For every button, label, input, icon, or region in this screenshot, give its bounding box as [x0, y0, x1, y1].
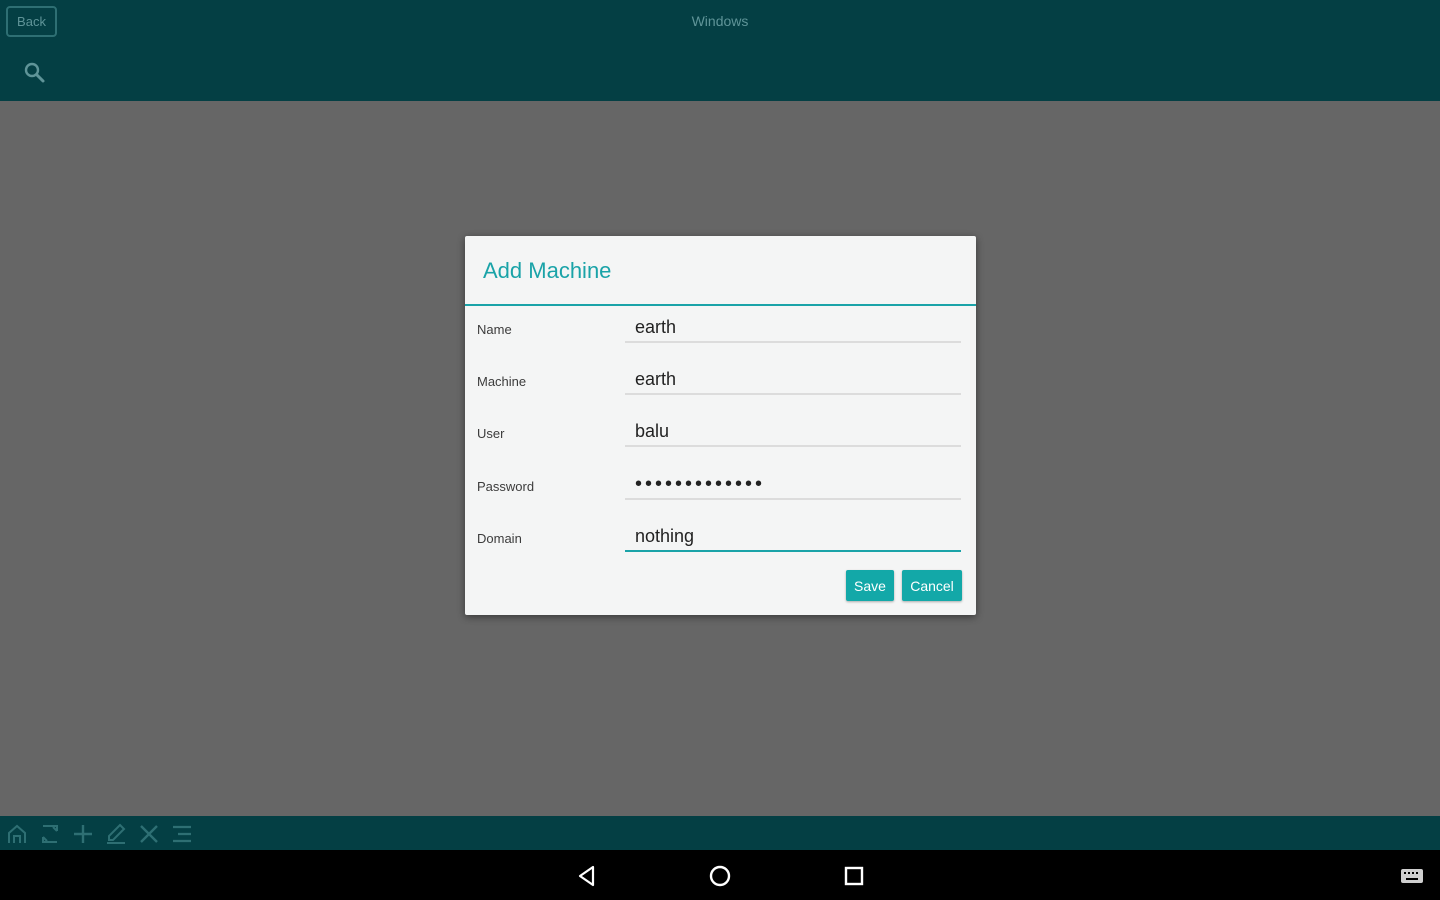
dialog-title: Add Machine: [483, 258, 612, 283]
name-label: Name: [477, 322, 512, 337]
add-machine-dialog: Add Machine Name Machine User Password D…: [465, 236, 976, 615]
password-label: Password: [477, 479, 535, 494]
user-label: User: [477, 426, 505, 441]
keyboard-icon[interactable]: [1399, 863, 1425, 889]
dialog-divider: [465, 304, 976, 306]
refresh-icon[interactable]: [38, 822, 62, 846]
delete-icon[interactable]: [137, 822, 161, 846]
back-nav-icon[interactable]: [574, 863, 600, 889]
page-title: Windows: [691, 13, 749, 29]
domain-label: Domain: [477, 531, 522, 546]
user-field[interactable]: [625, 417, 961, 447]
edit-icon[interactable]: [104, 822, 128, 846]
add-icon[interactable]: [71, 822, 95, 846]
name-field[interactable]: [625, 313, 961, 343]
cancel-button[interactable]: Cancel: [902, 570, 962, 601]
password-field[interactable]: [625, 470, 961, 500]
app-bar: Back Windows: [0, 0, 1440, 101]
home-nav-icon[interactable]: [707, 863, 733, 889]
machine-label: Machine: [477, 374, 527, 389]
recents-nav-icon[interactable]: [841, 863, 867, 889]
menu-icon[interactable]: [170, 822, 194, 846]
domain-field[interactable]: [625, 522, 961, 552]
search-icon[interactable]: [23, 61, 47, 85]
system-nav-bar: [0, 850, 1440, 900]
machine-field[interactable]: [625, 365, 961, 395]
save-button[interactable]: Save: [846, 570, 894, 601]
bottom-toolbar: [0, 816, 1440, 850]
home-icon[interactable]: [5, 822, 29, 846]
